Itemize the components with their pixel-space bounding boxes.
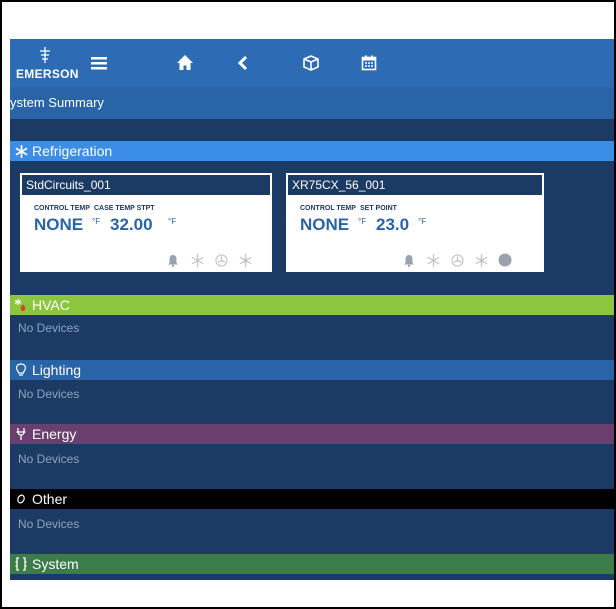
device-card-title: StdCircuits_001: [20, 173, 272, 197]
case-temp-stpt-label: CASE TEMP STPT: [94, 205, 155, 212]
control-temp-unit: °F: [358, 217, 367, 226]
calendar-icon[interactable]: [358, 52, 380, 74]
control-temp-label: CONTROL TEMP: [300, 205, 356, 212]
section-header-energy[interactable]: Energy: [10, 424, 614, 444]
other-empty-text: No Devices: [18, 517, 80, 531]
status-icon: [498, 253, 512, 267]
set-point-unit: °F: [418, 217, 427, 226]
clean-icon: [238, 253, 252, 267]
page-title-bar: ystem Summary: [10, 87, 614, 119]
emerson-logo[interactable]: EMERSON: [16, 47, 78, 81]
section-label-system: System: [32, 556, 79, 572]
section-label-hvac: HVAC: [32, 297, 70, 313]
hvac-icon: [14, 298, 28, 312]
case-temp-stpt-unit: °F: [168, 217, 177, 226]
clean-icon: [474, 253, 488, 267]
plug-icon: [14, 427, 28, 441]
emerson-logo-mark-icon: [40, 47, 50, 63]
home-icon[interactable]: [174, 52, 196, 74]
snowflake-icon: [14, 144, 28, 158]
section-header-refrigeration[interactable]: Refrigeration: [10, 141, 614, 161]
app-window: EMERSON ystem Summary Refrigeration StdC…: [10, 39, 614, 580]
case-temp-stpt-value: 32.00: [110, 215, 153, 234]
bell-icon: [402, 253, 416, 267]
section-label-lighting: Lighting: [32, 362, 82, 378]
control-temp-label: CONTROL TEMP: [34, 205, 90, 212]
fan-icon: [450, 253, 464, 267]
back-icon[interactable]: [232, 52, 254, 74]
set-point-label: SET POINT: [360, 205, 397, 212]
brand-name: EMERSON: [16, 67, 79, 81]
defrost-icon: [426, 253, 440, 267]
device-status-icons: [166, 253, 252, 267]
control-temp-value: NONE: [34, 215, 84, 234]
set-point-value: 23.0: [376, 215, 410, 234]
device-card-stdcircuits[interactable]: StdCircuits_001 CONTROL TEMP CASE TEMP S…: [18, 171, 274, 274]
section-header-lighting[interactable]: Lighting: [10, 360, 614, 380]
section-header-other[interactable]: Other: [10, 489, 614, 509]
lightbulb-icon: [14, 363, 28, 377]
control-temp-unit: °F: [92, 217, 101, 226]
screenshot-frame: EMERSON ystem Summary Refrigeration StdC…: [0, 0, 616, 609]
section-label-refrigeration: Refrigeration: [32, 143, 113, 159]
section-label-energy: Energy: [32, 426, 77, 442]
hvac-empty-text: No Devices: [18, 321, 80, 335]
control-temp-value: NONE: [300, 215, 350, 234]
box-icon[interactable]: [300, 52, 322, 74]
defrost-icon: [190, 253, 204, 267]
top-navigation-bar: EMERSON: [10, 39, 614, 87]
bell-icon: [166, 253, 180, 267]
lighting-empty-text: No Devices: [18, 387, 80, 401]
circle-icon: [14, 492, 28, 506]
device-status-icons: [402, 253, 512, 267]
page-title: ystem Summary: [10, 95, 104, 110]
energy-empty-text: No Devices: [18, 452, 80, 466]
section-label-other: Other: [32, 491, 68, 507]
system-icon: [14, 557, 28, 571]
fan-icon: [214, 253, 228, 267]
section-header-system[interactable]: System: [10, 554, 614, 574]
device-card-xr75cx[interactable]: XR75CX_56_001 CONTROL TEMP SET POINT NON…: [284, 171, 546, 274]
section-header-hvac[interactable]: HVAC: [10, 295, 614, 315]
device-card-title: XR75CX_56_001: [286, 173, 544, 197]
menu-icon[interactable]: [88, 52, 110, 74]
